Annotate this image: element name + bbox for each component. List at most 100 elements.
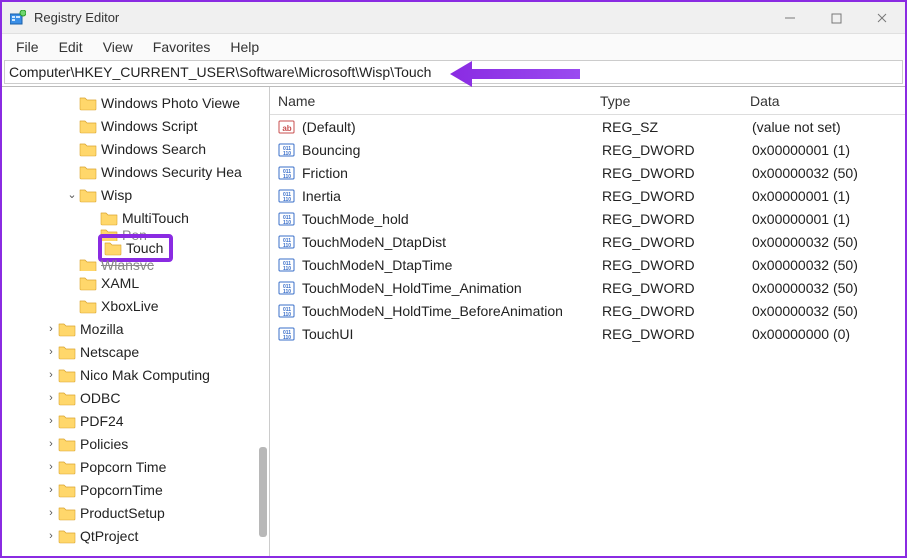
- tree-item-label: Touch: [126, 240, 163, 256]
- tree-item[interactable]: MultiTouch: [2, 206, 269, 229]
- menu-edit[interactable]: Edit: [49, 37, 93, 57]
- value-type: REG_SZ: [602, 119, 752, 135]
- tree-item[interactable]: › ODBC: [2, 386, 269, 409]
- tree-item-label: Popcorn Time: [80, 459, 166, 475]
- list-body: ab(Default)REG_SZ(value not set)011110Bo…: [270, 115, 905, 345]
- list-pane[interactable]: Name Type Data ab(Default)REG_SZ(value n…: [270, 87, 905, 556]
- menu-help[interactable]: Help: [220, 37, 269, 57]
- chevron-right-icon[interactable]: ›: [44, 507, 58, 519]
- regedit-icon: [10, 10, 26, 26]
- chevron-right-icon[interactable]: ›: [44, 346, 58, 358]
- close-button[interactable]: [859, 2, 905, 34]
- tree-item-label: ProductSetup: [80, 505, 165, 521]
- menubar: File Edit View Favorites Help: [2, 34, 905, 60]
- list-row[interactable]: 011110TouchModeN_DtapTimeREG_DWORD0x0000…: [270, 253, 905, 276]
- svg-text:110: 110: [283, 174, 291, 180]
- list-row[interactable]: 011110TouchMode_holdREG_DWORD0x00000001 …: [270, 207, 905, 230]
- tree-item[interactable]: › Popcorn Time: [2, 455, 269, 478]
- tree-item[interactable]: Wlansvc: [2, 259, 269, 271]
- value-data: 0x00000000 (0): [752, 326, 905, 342]
- list-row[interactable]: 011110TouchUIREG_DWORD0x00000000 (0): [270, 322, 905, 345]
- tree-item[interactable]: › PDF24: [2, 409, 269, 432]
- tree-scrollbar[interactable]: [259, 447, 267, 537]
- chevron-right-icon[interactable]: ›: [44, 530, 58, 542]
- column-type[interactable]: Type: [600, 93, 750, 109]
- tree-item-label: Mozilla: [80, 321, 124, 337]
- tree-item-label: PDF24: [80, 413, 124, 429]
- value-type: REG_DWORD: [602, 211, 752, 227]
- chevron-right-icon[interactable]: ›: [44, 392, 58, 404]
- value-type: REG_DWORD: [602, 326, 752, 342]
- value-name: TouchMode_hold: [302, 211, 602, 227]
- tree-item[interactable]: ›PopcornTime: [2, 478, 269, 501]
- value-data: 0x00000032 (50): [752, 234, 905, 250]
- menu-view[interactable]: View: [93, 37, 143, 57]
- value-name: TouchModeN_HoldTime_BeforeAnimation: [302, 303, 602, 319]
- value-type: REG_DWORD: [602, 234, 752, 250]
- list-row[interactable]: ab(Default)REG_SZ(value not set): [270, 115, 905, 138]
- tree-item[interactable]: Windows Script: [2, 114, 269, 137]
- tree-item[interactable]: ⌄ Wisp: [2, 183, 269, 206]
- maximize-button[interactable]: [813, 2, 859, 34]
- svg-text:110: 110: [283, 312, 291, 318]
- chevron-down-icon[interactable]: ⌄: [65, 188, 79, 201]
- menu-favorites[interactable]: Favorites: [143, 37, 221, 57]
- value-name: TouchModeN_DtapDist: [302, 234, 602, 250]
- tree-item-label: MultiTouch: [122, 210, 189, 226]
- svg-text:110: 110: [283, 289, 291, 295]
- tree-item[interactable]: XboxLive: [2, 294, 269, 317]
- tree-item-label: ODBC: [80, 390, 120, 406]
- list-row[interactable]: 011110TouchModeN_HoldTime_AnimationREG_D…: [270, 276, 905, 299]
- minimize-button[interactable]: [767, 2, 813, 34]
- tree-item[interactable]: Windows Photo Viewe: [2, 91, 269, 114]
- value-name: Inertia: [302, 188, 602, 204]
- address-bar[interactable]: Computer\HKEY_CURRENT_USER\Software\Micr…: [4, 60, 903, 84]
- tree-item[interactable]: › Mozilla: [2, 317, 269, 340]
- value-type: REG_DWORD: [602, 257, 752, 273]
- tree-item[interactable]: ›QtProject: [2, 524, 269, 547]
- tree-item[interactable]: Windows Security Hea: [2, 160, 269, 183]
- chevron-right-icon[interactable]: ›: [44, 438, 58, 450]
- list-row[interactable]: 011110InertiaREG_DWORD0x00000001 (1): [270, 184, 905, 207]
- column-name[interactable]: Name: [270, 93, 600, 109]
- value-type: REG_DWORD: [602, 188, 752, 204]
- chevron-right-icon[interactable]: ›: [44, 484, 58, 496]
- value-type: REG_DWORD: [602, 280, 752, 296]
- menu-file[interactable]: File: [6, 37, 49, 57]
- tree-item-label: Wisp: [101, 187, 132, 203]
- list-row[interactable]: 011110TouchModeN_DtapDistREG_DWORD0x0000…: [270, 230, 905, 253]
- svg-text:110: 110: [283, 243, 291, 249]
- tree-item-label: Windows Security Hea: [101, 164, 242, 180]
- tree-item-label: Windows Script: [101, 118, 197, 134]
- tree-item[interactable]: ›Netscape: [2, 340, 269, 363]
- list-row[interactable]: 011110BouncingREG_DWORD0x00000001 (1): [270, 138, 905, 161]
- list-row[interactable]: 011110TouchModeN_HoldTime_BeforeAnimatio…: [270, 299, 905, 322]
- value-data: 0x00000001 (1): [752, 211, 905, 227]
- highlight-annotation: Touch: [98, 234, 173, 262]
- chevron-right-icon[interactable]: ›: [44, 369, 58, 381]
- value-data: 0x00000001 (1): [752, 188, 905, 204]
- tree-pane[interactable]: Windows Photo Viewe Windows Script Windows…: [2, 87, 270, 556]
- tree-item[interactable]: › Nico Mak Computing: [2, 363, 269, 386]
- value-data: 0x00000032 (50): [752, 257, 905, 273]
- value-data: 0x00000001 (1): [752, 142, 905, 158]
- value-name: (Default): [302, 119, 602, 135]
- svg-text:110: 110: [283, 266, 291, 272]
- value-name: TouchUI: [302, 326, 602, 342]
- svg-text:110: 110: [283, 151, 291, 157]
- chevron-right-icon[interactable]: ›: [44, 323, 58, 335]
- column-data[interactable]: Data: [750, 93, 905, 109]
- tree-item-label: Nico Mak Computing: [80, 367, 210, 383]
- tree-item[interactable]: XAML: [2, 271, 269, 294]
- address-path: Computer\HKEY_CURRENT_USER\Software\Micr…: [9, 64, 431, 80]
- value-data: (value not set): [752, 119, 905, 135]
- tree-item[interactable]: ›Policies: [2, 432, 269, 455]
- chevron-right-icon[interactable]: ›: [44, 461, 58, 473]
- tree-item-label: Windows Photo Viewe: [101, 95, 240, 111]
- tree-item[interactable]: Windows Search: [2, 137, 269, 160]
- list-row[interactable]: 011110FrictionREG_DWORD0x00000032 (50): [270, 161, 905, 184]
- chevron-right-icon[interactable]: ›: [44, 415, 58, 427]
- value-name: TouchModeN_DtapTime: [302, 257, 602, 273]
- tree-item[interactable]: › ProductSetup: [2, 501, 269, 524]
- tree-item-label: XboxLive: [101, 298, 159, 314]
